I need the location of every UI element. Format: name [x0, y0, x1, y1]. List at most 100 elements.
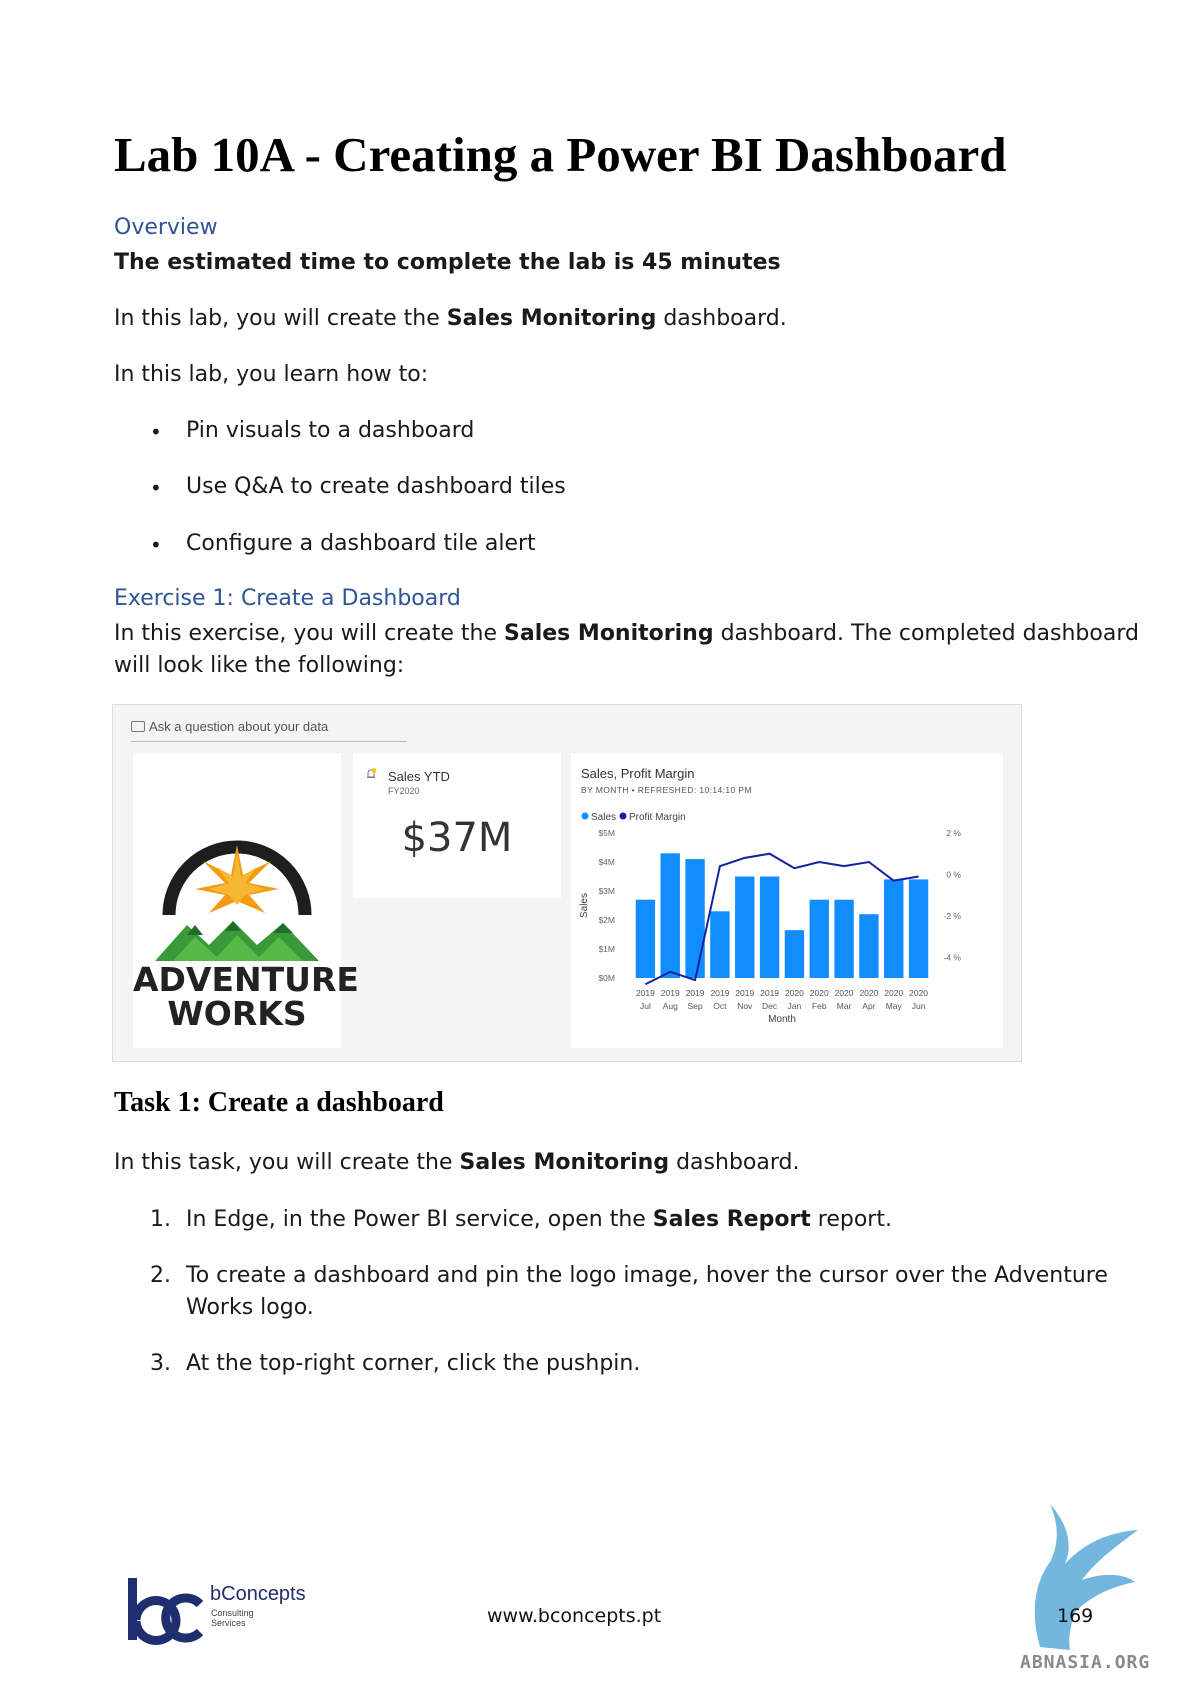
brand-name: bConcepts: [210, 1583, 306, 1605]
step-1: In Edge, in the Power BI service, open t…: [186, 1207, 892, 1232]
brand-sub-line1: Consulting: [211, 1608, 254, 1618]
bconcepts-logo-icon: [128, 1578, 204, 1645]
step-2-line2: Works logo.: [186, 1295, 314, 1320]
x-tick-month: Aug: [663, 1001, 678, 1011]
sales-bar: [710, 911, 730, 978]
legend-marker: [619, 812, 627, 820]
sales-bar: [784, 930, 805, 978]
estimated-time: The estimated time to complete the lab i…: [114, 250, 781, 275]
x-tick-month: Oct: [713, 1001, 727, 1011]
x-tick-year: 2020: [785, 988, 804, 998]
kpi-value: $37M: [401, 815, 513, 861]
learn-item: Pin visuals to a dashboard: [186, 418, 475, 443]
sales-bar: [685, 859, 705, 978]
sales-bar: [660, 853, 680, 978]
task-text-2: dashboard.: [669, 1150, 800, 1175]
exercise-bold: Sales Monitoring: [504, 621, 714, 646]
intro-text-1: In this lab, you will create the: [114, 306, 447, 331]
brand-sub: Consulting Services: [211, 1608, 254, 1628]
adventure-works-logo-icon: [155, 840, 319, 961]
dashboard-screenshot: Ask a question about your data ADVENTURE…: [112, 704, 1022, 1062]
watermark-text: ABNASIA.ORG: [1020, 1652, 1151, 1673]
brand-sub-line2: Services: [211, 1618, 246, 1628]
y-tick-label: $3M: [598, 886, 615, 896]
x-tick-month: Jul: [640, 1001, 651, 1011]
x-tick-year: 2019: [760, 988, 779, 998]
qa-search-box[interactable]: Ask a question about your data: [131, 719, 407, 742]
dragon-watermark-icon: [1034, 1504, 1138, 1650]
footer-url: www.bconcepts.pt: [487, 1605, 662, 1627]
y-tick-label: $4M: [598, 857, 615, 867]
page-number: 169: [1057, 1605, 1094, 1627]
exercise-heading: Exercise 1: Create a Dashboard: [114, 586, 461, 611]
task-heading: Task 1: Create a dashboard: [114, 1087, 444, 1118]
sales-ytd-tile[interactable]: Sales YTD FY2020 $37M: [353, 753, 561, 898]
x-tick-month: Sep: [688, 1001, 703, 1011]
x-tick-year: 2020: [859, 988, 878, 998]
x-tick-year: 2020: [909, 988, 928, 998]
qa-placeholder: Ask a question about your data: [149, 719, 329, 734]
x-tick-month: Dec: [762, 1001, 778, 1011]
step-number: 1.: [150, 1207, 171, 1232]
logo-text-works: WORKS: [167, 994, 307, 1033]
exercise-text-2: dashboard. The completed dashboard: [713, 621, 1139, 646]
task-text-1: In this task, you will create the: [114, 1150, 460, 1175]
exercise-text-1: In this exercise, you will create the: [114, 621, 505, 646]
chart-subtitle: BY MONTH • REFRESHED: 10:14:10 PM: [581, 785, 752, 795]
sales-bar: [809, 899, 829, 978]
step-1-text-end: report.: [810, 1207, 892, 1232]
x-tick-month: Jun: [912, 1001, 926, 1011]
x-tick-month: Jan: [788, 1001, 802, 1011]
x-tick-year: 2019: [686, 988, 705, 998]
step-number: 2.: [150, 1263, 171, 1288]
step-1-text: In Edge, in the Power BI service, open t…: [186, 1207, 653, 1232]
intro-bold: Sales Monitoring: [446, 306, 657, 331]
intro-text-2: dashboard.: [656, 306, 787, 331]
legend-label: Profit Margin: [629, 812, 686, 823]
y-tick-label: $1M: [598, 944, 615, 954]
y-tick-label: $2M: [598, 915, 615, 925]
sales-profit-chart-tile[interactable]: Sales, Profit Margin BY MONTH • REFRESHE…: [571, 753, 1003, 1048]
kpi-title: Sales YTD: [388, 769, 450, 784]
chat-icon: [131, 721, 145, 732]
sales-bar: [834, 899, 854, 978]
step-1-bold: Sales Report: [652, 1207, 811, 1232]
chart-title: Sales, Profit Margin: [581, 766, 695, 781]
x-tick-year: 2019: [735, 988, 754, 998]
x-tick-month: Apr: [862, 1001, 875, 1011]
task-intro: In this task, you will create the Sales …: [114, 1150, 799, 1175]
y2-tick-label: -4 %: [944, 952, 962, 962]
logo-tile[interactable]: ADVENTURE WORKS: [133, 753, 359, 1048]
sales-bar: [735, 876, 755, 978]
x-tick-year: 2019: [661, 988, 680, 998]
exercise-paragraph-line2: will look like the following:: [114, 653, 405, 678]
sales-bar: [884, 879, 904, 978]
learn-item: Configure a dashboard tile alert: [186, 531, 536, 556]
step-3: At the top-right corner, click the pushp…: [186, 1351, 641, 1376]
step-number: 3.: [150, 1351, 171, 1376]
task-bold: Sales Monitoring: [459, 1150, 670, 1175]
y-tick-label: $0M: [598, 973, 615, 983]
x-tick-year: 2020: [810, 988, 829, 998]
legend-label: Sales: [591, 812, 616, 823]
sales-bar: [759, 876, 780, 978]
exercise-paragraph: In this exercise, you will create the Sa…: [114, 621, 1139, 646]
y2-tick-label: 0 %: [946, 869, 961, 879]
x-tick-year: 2019: [710, 988, 729, 998]
page-title: Lab 10A - Creating a Power BI Dashboard: [114, 127, 1007, 182]
y2-tick-label: 2 %: [946, 828, 961, 838]
x-tick-year: 2020: [835, 988, 854, 998]
x-tick-month: Mar: [837, 1001, 852, 1011]
x-tick-month: Feb: [812, 1001, 827, 1011]
kpi-subtitle: FY2020: [388, 786, 420, 796]
intro-paragraph: In this lab, you will create the Sales M…: [114, 306, 787, 331]
x-tick-year: 2020: [884, 988, 903, 998]
x-axis-title: Month: [768, 1014, 796, 1025]
y-axis-title: Sales: [579, 893, 590, 918]
sales-bar: [859, 914, 879, 978]
x-tick-month: Nov: [737, 1001, 753, 1011]
sales-bar: [908, 879, 929, 978]
learn-item: Use Q&A to create dashboard tiles: [186, 474, 566, 499]
bullet-marker: •: [150, 533, 162, 557]
sales-profit-combo-chart: Sales Profit Margin $0M $1M $2M $3M $4M $5M -4 %…: [579, 812, 962, 1025]
